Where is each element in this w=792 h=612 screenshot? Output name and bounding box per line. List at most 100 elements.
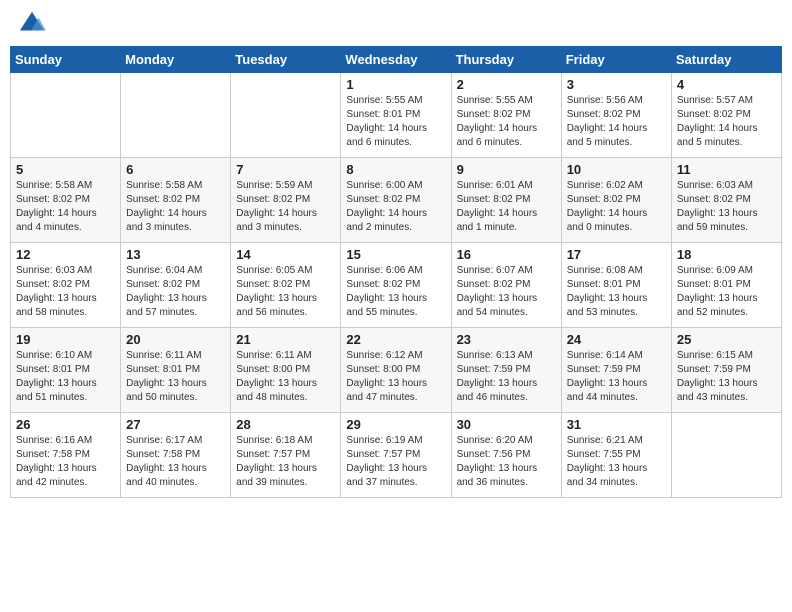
day-number: 18 <box>677 247 776 262</box>
day-number: 3 <box>567 77 666 92</box>
day-info: Sunrise: 5:57 AM Sunset: 8:02 PM Dayligh… <box>677 94 776 150</box>
day-number: 28 <box>236 417 335 432</box>
header-sunday: Sunday <box>11 47 121 73</box>
calendar-cell: 18 Sunrise: 6:09 AM Sunset: 8:01 PM Dayli… <box>671 243 781 328</box>
day-number: 11 <box>677 162 776 177</box>
day-info: Sunrise: 5:58 AM Sunset: 8:02 PM Dayligh… <box>16 179 115 235</box>
calendar-cell: 14 Sunrise: 6:05 AM Sunset: 8:02 PM Dayli… <box>231 243 341 328</box>
logo-icon <box>18 10 46 38</box>
day-number: 29 <box>346 417 445 432</box>
calendar-cell: 21 Sunrise: 6:11 AM Sunset: 8:00 PM Dayli… <box>231 328 341 413</box>
calendar-cell: 17Sunrise: 6:08 AM Sunset: 8:01 PM Dayli… <box>561 243 671 328</box>
header-friday: Friday <box>561 47 671 73</box>
day-info: Sunrise: 6:11 AM Sunset: 8:01 PM Dayligh… <box>126 349 225 405</box>
day-number: 6 <box>126 162 225 177</box>
calendar-cell: 12 Sunrise: 6:03 AM Sunset: 8:02 PM Dayli… <box>11 243 121 328</box>
header-saturday: Saturday <box>671 47 781 73</box>
day-info: Sunrise: 5:56 AM Sunset: 8:02 PM Dayligh… <box>567 94 666 150</box>
day-number: 16 <box>457 247 556 262</box>
day-info: Sunrise: 6:09 AM Sunset: 8:01 PM Dayligh… <box>677 264 776 320</box>
day-number: 17 <box>567 247 666 262</box>
calendar-cell: 26Sunrise: 6:16 AM Sunset: 7:58 PM Dayli… <box>11 413 121 498</box>
calendar-cell: 7Sunrise: 5:59 AM Sunset: 8:02 PM Daylig… <box>231 158 341 243</box>
day-info: Sunrise: 6:07 AM Sunset: 8:02 PM Dayligh… <box>457 264 556 320</box>
day-number: 25 <box>677 332 776 347</box>
day-number: 22 <box>346 332 445 347</box>
day-number: 12 <box>16 247 115 262</box>
day-info: Sunrise: 6:11 AM Sunset: 8:00 PM Dayligh… <box>236 349 335 405</box>
day-info: Sunrise: 6:13 AM Sunset: 7:59 PM Dayligh… <box>457 349 556 405</box>
calendar-cell: 11 Sunrise: 6:03 AM Sunset: 8:02 PM Dayli… <box>671 158 781 243</box>
calendar-cell: 13 Sunrise: 6:04 AM Sunset: 8:02 PM Dayli… <box>121 243 231 328</box>
calendar-cell: 15 Sunrise: 6:06 AM Sunset: 8:02 PM Dayli… <box>341 243 451 328</box>
day-info: Sunrise: 6:18 AM Sunset: 7:57 PM Dayligh… <box>236 434 335 490</box>
logo <box>14 10 46 38</box>
calendar-week-3: 12 Sunrise: 6:03 AM Sunset: 8:02 PM Dayli… <box>11 243 782 328</box>
header-monday: Monday <box>121 47 231 73</box>
calendar-week-5: 26Sunrise: 6:16 AM Sunset: 7:58 PM Dayli… <box>11 413 782 498</box>
calendar-cell: 27Sunrise: 6:17 AM Sunset: 7:58 PM Dayli… <box>121 413 231 498</box>
header-wednesday: Wednesday <box>341 47 451 73</box>
calendar-cell: 1 Sunrise: 5:55 AM Sunset: 8:01 PM Daylig… <box>341 73 451 158</box>
day-info: Sunrise: 6:03 AM Sunset: 8:02 PM Dayligh… <box>16 264 115 320</box>
calendar-cell: 5 Sunrise: 5:58 AM Sunset: 8:02 PM Daylig… <box>11 158 121 243</box>
header-tuesday: Tuesday <box>231 47 341 73</box>
calendar-cell: 10 Sunrise: 6:02 AM Sunset: 8:02 PM Dayli… <box>561 158 671 243</box>
calendar-cell <box>671 413 781 498</box>
day-number: 27 <box>126 417 225 432</box>
day-info: Sunrise: 6:05 AM Sunset: 8:02 PM Dayligh… <box>236 264 335 320</box>
day-number: 4 <box>677 77 776 92</box>
day-number: 23 <box>457 332 556 347</box>
day-number: 7 <box>236 162 335 177</box>
calendar-cell: 30 Sunrise: 6:20 AM Sunset: 7:56 PM Dayli… <box>451 413 561 498</box>
header-row: Sunday Monday Tuesday Wednesday Thursday… <box>11 47 782 73</box>
day-info: Sunrise: 6:01 AM Sunset: 8:02 PM Dayligh… <box>457 179 556 235</box>
day-info: Sunrise: 6:19 AM Sunset: 7:57 PM Dayligh… <box>346 434 445 490</box>
day-info: Sunrise: 5:55 AM Sunset: 8:01 PM Dayligh… <box>346 94 445 150</box>
day-number: 24 <box>567 332 666 347</box>
calendar-cell: 20 Sunrise: 6:11 AM Sunset: 8:01 PM Dayli… <box>121 328 231 413</box>
calendar-header: Sunday Monday Tuesday Wednesday Thursday… <box>11 47 782 73</box>
calendar-cell: 31 Sunrise: 6:21 AM Sunset: 7:55 PM Dayli… <box>561 413 671 498</box>
day-number: 15 <box>346 247 445 262</box>
header-thursday: Thursday <box>451 47 561 73</box>
day-info: Sunrise: 6:10 AM Sunset: 8:01 PM Dayligh… <box>16 349 115 405</box>
calendar-cell: 4 Sunrise: 5:57 AM Sunset: 8:02 PM Daylig… <box>671 73 781 158</box>
day-number: 19 <box>16 332 115 347</box>
day-number: 30 <box>457 417 556 432</box>
day-number: 26 <box>16 417 115 432</box>
day-number: 1 <box>346 77 445 92</box>
day-number: 9 <box>457 162 556 177</box>
day-info: Sunrise: 6:20 AM Sunset: 7:56 PM Dayligh… <box>457 434 556 490</box>
calendar-cell: 24Sunrise: 6:14 AM Sunset: 7:59 PM Dayli… <box>561 328 671 413</box>
calendar-week-1: 1 Sunrise: 5:55 AM Sunset: 8:01 PM Daylig… <box>11 73 782 158</box>
day-info: Sunrise: 6:04 AM Sunset: 8:02 PM Dayligh… <box>126 264 225 320</box>
day-info: Sunrise: 6:06 AM Sunset: 8:02 PM Dayligh… <box>346 264 445 320</box>
day-number: 21 <box>236 332 335 347</box>
day-info: Sunrise: 5:58 AM Sunset: 8:02 PM Dayligh… <box>126 179 225 235</box>
day-info: Sunrise: 6:00 AM Sunset: 8:02 PM Dayligh… <box>346 179 445 235</box>
day-number: 13 <box>126 247 225 262</box>
day-number: 31 <box>567 417 666 432</box>
calendar-week-2: 5 Sunrise: 5:58 AM Sunset: 8:02 PM Daylig… <box>11 158 782 243</box>
calendar-cell: 25 Sunrise: 6:15 AM Sunset: 7:59 PM Dayli… <box>671 328 781 413</box>
calendar-cell: 16 Sunrise: 6:07 AM Sunset: 8:02 PM Dayli… <box>451 243 561 328</box>
day-info: Sunrise: 6:02 AM Sunset: 8:02 PM Dayligh… <box>567 179 666 235</box>
calendar-cell: 6 Sunrise: 5:58 AM Sunset: 8:02 PM Daylig… <box>121 158 231 243</box>
calendar-cell <box>11 73 121 158</box>
day-number: 2 <box>457 77 556 92</box>
calendar-cell: 22Sunrise: 6:12 AM Sunset: 8:00 PM Dayli… <box>341 328 451 413</box>
day-number: 20 <box>126 332 225 347</box>
calendar-cell <box>231 73 341 158</box>
calendar-cell: 9 Sunrise: 6:01 AM Sunset: 8:02 PM Daylig… <box>451 158 561 243</box>
calendar-week-4: 19 Sunrise: 6:10 AM Sunset: 8:01 PM Dayli… <box>11 328 782 413</box>
day-info: Sunrise: 6:21 AM Sunset: 7:55 PM Dayligh… <box>567 434 666 490</box>
calendar-cell: 23 Sunrise: 6:13 AM Sunset: 7:59 PM Dayli… <box>451 328 561 413</box>
day-info: Sunrise: 6:15 AM Sunset: 7:59 PM Dayligh… <box>677 349 776 405</box>
day-info: Sunrise: 6:03 AM Sunset: 8:02 PM Dayligh… <box>677 179 776 235</box>
calendar-cell: 8Sunrise: 6:00 AM Sunset: 8:02 PM Daylig… <box>341 158 451 243</box>
day-number: 14 <box>236 247 335 262</box>
day-number: 10 <box>567 162 666 177</box>
day-number: 5 <box>16 162 115 177</box>
page-header <box>10 10 782 38</box>
